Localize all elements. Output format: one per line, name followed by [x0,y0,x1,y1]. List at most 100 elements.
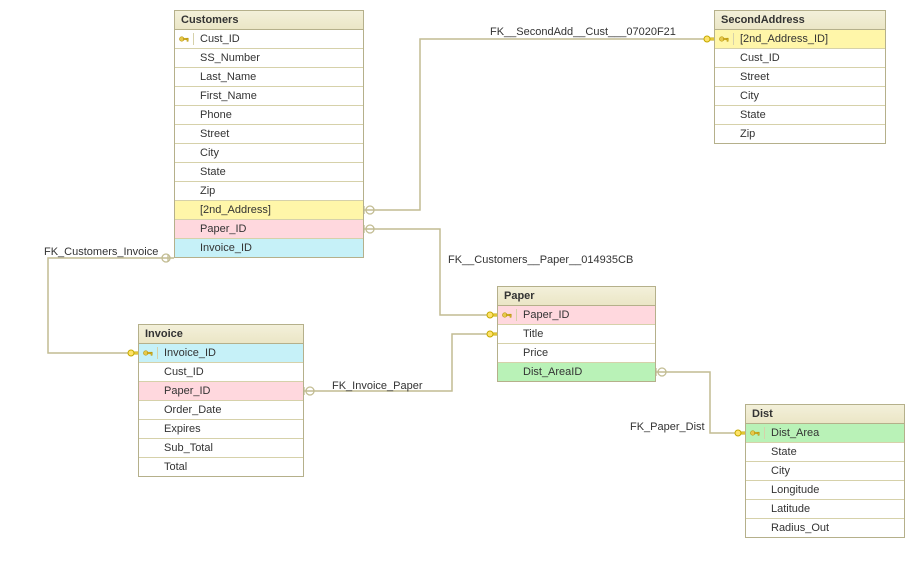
column-name: Paper_ID [194,221,363,237]
column-name: Paper_ID [517,307,655,323]
column-name: Expires [158,421,303,437]
primary-key-icon [501,309,513,321]
column-name: SS_Number [194,50,363,66]
column-name: Phone [194,107,363,123]
pk-cell [715,33,734,45]
primary-key-icon [718,33,730,45]
column-name: Price [517,345,655,361]
column-name: City [734,88,885,104]
table-rows: Paper_ID Title Price Dist_AreaID [498,306,655,381]
column-name: Cust_ID [158,364,303,380]
table-row[interactable]: Paper_ID [498,306,655,325]
table-row[interactable]: State [746,443,904,462]
column-name: Dist_AreaID [517,364,655,380]
table-row[interactable]: SS_Number [175,49,363,68]
table-row[interactable]: City [175,144,363,163]
table-row[interactable]: Last_Name [175,68,363,87]
table-row[interactable]: [2nd_Address] [175,201,363,220]
pk-cell [139,347,158,359]
column-name: Cust_ID [734,50,885,66]
column-name: Street [734,69,885,85]
column-name: Invoice_ID [194,240,363,256]
table-row[interactable]: Longitude [746,481,904,500]
pk-cell [175,33,194,45]
table-dist[interactable]: DistDist_Area State City Longitude LatitudeR… [745,404,905,538]
table-row[interactable]: Price [498,344,655,363]
column-name: Last_Name [194,69,363,85]
pk-cell [746,427,765,439]
column-name: Invoice_ID [158,345,303,361]
table-row[interactable]: Invoice_ID [175,239,363,257]
table-row[interactable]: Street [175,125,363,144]
table-row[interactable]: Paper_ID [139,382,303,401]
table-row[interactable]: Cust_ID [715,49,885,68]
primary-key-icon [749,427,761,439]
fk-label-customers-invoice: FK_Customers_Invoice [44,246,158,258]
table-header[interactable]: Dist [746,405,904,424]
table-row[interactable]: Order_Date [139,401,303,420]
column-name: Dist_Area [765,425,904,441]
column-name: Sub_Total [158,440,303,456]
column-name: Order_Date [158,402,303,418]
primary-key-icon [142,347,154,359]
column-name: City [765,463,904,479]
table-row[interactable]: Zip [715,125,885,143]
table-row[interactable]: [2nd_Address_ID] [715,30,885,49]
pk-cell [498,309,517,321]
column-name: Longitude [765,482,904,498]
table-row[interactable]: Dist_AreaID [498,363,655,381]
table-row[interactable]: Total [139,458,303,476]
table-row[interactable]: Expires [139,420,303,439]
column-name: Cust_ID [194,31,363,47]
column-name: City [194,145,363,161]
table-invoice[interactable]: InvoiceInvoice_ID Cust_ID Paper_ID Order_Da… [138,324,304,477]
table-header[interactable]: Paper [498,287,655,306]
column-name: Title [517,326,655,342]
table-row[interactable]: Sub_Total [139,439,303,458]
primary-key-icon [178,33,190,45]
column-name: Zip [734,126,885,142]
table-row[interactable]: City [746,462,904,481]
fk-label-secondaddr: FK__SecondAdd__Cust___07020F21 [490,26,676,38]
table-rows: [2nd_Address_ID] Cust_ID Street City State Zi… [715,30,885,143]
table-secondaddress[interactable]: SecondAddress[2nd_Address_ID] Cust_ID Stre… [714,10,886,144]
table-row[interactable]: State [715,106,885,125]
table-row[interactable]: Zip [175,182,363,201]
table-row[interactable]: Cust_ID [139,363,303,382]
table-row[interactable]: First_Name [175,87,363,106]
table-row[interactable]: Cust_ID [175,30,363,49]
table-header[interactable]: Invoice [139,325,303,344]
table-rows: Dist_Area State City Longitude LatitudeRadiu… [746,424,904,537]
column-name: Total [158,459,303,475]
table-row[interactable]: Paper_ID [175,220,363,239]
table-rows: Invoice_ID Cust_ID Paper_ID Order_Date Expir… [139,344,303,476]
column-name: First_Name [194,88,363,104]
column-name: Paper_ID [158,383,303,399]
table-row[interactable]: Street [715,68,885,87]
table-row[interactable]: City [715,87,885,106]
table-paper[interactable]: PaperPaper_ID Title Price Dist_AreaID [497,286,656,382]
table-row[interactable]: State [175,163,363,182]
table-row[interactable]: Dist_Area [746,424,904,443]
table-rows: Cust_ID SS_Number Last_Name First_Name Phone… [175,30,363,257]
column-name: Zip [194,183,363,199]
table-customers[interactable]: CustomersCust_ID SS_Number Last_Name First_… [174,10,364,258]
column-name: [2nd_Address_ID] [734,31,885,47]
column-name: State [734,107,885,123]
table-header[interactable]: Customers [175,11,363,30]
column-name: [2nd_Address] [194,202,363,218]
table-header[interactable]: SecondAddress [715,11,885,30]
fk-label-paper-dist: FK_Paper_Dist [630,421,705,433]
er-diagram-stage: FK__SecondAdd__Cust___07020F21 FK_Custom… [0,0,921,565]
table-row[interactable]: Phone [175,106,363,125]
column-name: Street [194,126,363,142]
table-row[interactable]: Latitude [746,500,904,519]
column-name: State [194,164,363,180]
fk-label-invoice-paper: FK_Invoice_Paper [332,380,423,392]
column-name: State [765,444,904,460]
table-row[interactable]: Invoice_ID [139,344,303,363]
table-row[interactable]: Radius_Out [746,519,904,537]
table-row[interactable]: Title [498,325,655,344]
fk-label-customers-paper: FK__Customers__Paper__014935CB [448,254,633,266]
column-name: Radius_Out [765,520,904,536]
